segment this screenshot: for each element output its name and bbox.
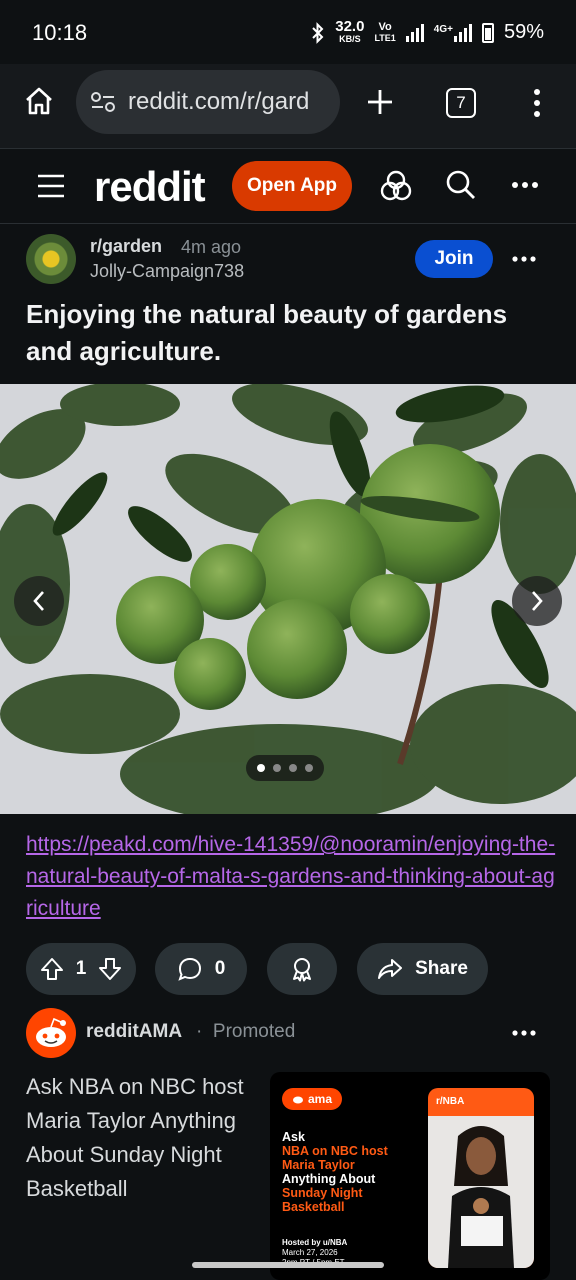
home-icon[interactable] (24, 86, 54, 116)
status-bar: 10:18 32.0 KB/S Vo LTE1 4G+ 59% (0, 0, 576, 64)
hamburger-menu-icon[interactable] (37, 173, 65, 199)
gallery-next-button[interactable] (512, 576, 562, 626)
gallery-dot (257, 764, 265, 772)
post-author[interactable]: Jolly-Campaign738 (90, 261, 244, 282)
advertise-icon[interactable] (380, 169, 412, 203)
subreddit-avatar[interactable] (26, 234, 76, 284)
gallery-dot (305, 764, 313, 772)
upvote-icon[interactable] (40, 957, 64, 981)
host-photo (428, 1116, 534, 1268)
award-icon (293, 958, 311, 982)
signal-icon-2 (453, 23, 472, 42)
clock: 10:18 (32, 20, 88, 45)
post-title[interactable]: Enjoying the natural beauty of gardens a… (26, 296, 556, 370)
more-options-icon[interactable] (511, 181, 539, 189)
net-speed: 32.0 KB/S (335, 18, 365, 44)
volte-indicator: Vo LTE1 (374, 20, 396, 43)
advertiser-avatar[interactable] (26, 1008, 76, 1058)
comment-icon (178, 957, 201, 981)
vote-bar: 1 (26, 943, 136, 995)
gallery-pager (246, 755, 324, 781)
url-text: reddit.com/r/gard (128, 88, 310, 115)
gallery-image (0, 384, 576, 814)
reddit-header: reddit Open App (0, 148, 576, 224)
chevron-left-icon (33, 591, 44, 611)
share-button[interactable]: Share (357, 943, 488, 995)
snoo-icon (36, 1017, 66, 1047)
gallery-prev-button[interactable] (14, 576, 64, 626)
promo-thumbnail[interactable]: ama Ask NBA on NBC host Maria Taylor Any… (270, 1072, 550, 1280)
person-illustration (448, 1126, 514, 1268)
new-tab-icon[interactable] (366, 88, 394, 116)
comments-button[interactable]: 0 (155, 943, 247, 995)
browser-menu-icon[interactable] (532, 88, 542, 118)
reddit-logo[interactable]: reddit (94, 163, 206, 211)
promoted-label: · Promoted (196, 1021, 296, 1042)
address-bar[interactable]: reddit.com/r/gard (76, 70, 340, 134)
signal-icon (405, 23, 424, 42)
gesture-bar[interactable] (192, 1262, 384, 1268)
tab-switcher-button[interactable]: 7 (446, 88, 476, 118)
comment-count: 0 (214, 958, 226, 979)
subreddit-name[interactable]: r/garden (90, 236, 162, 257)
browser-toolbar: reddit.com/r/gard 7 (0, 64, 576, 148)
site-settings-icon[interactable] (90, 91, 116, 113)
snoo-small-icon (293, 1096, 303, 1104)
share-label: Share (415, 958, 468, 979)
bluetooth-icon (312, 21, 324, 44)
status-icons: 32.0 KB/S Vo LTE1 4G+ 59% (311, 18, 544, 45)
post-image-gallery[interactable] (0, 384, 576, 814)
vote-count: 1 (75, 958, 87, 979)
search-icon[interactable] (445, 169, 477, 201)
post-options-icon[interactable] (512, 256, 536, 262)
promo-sub-label: r/NBA (436, 1096, 465, 1107)
open-app-button[interactable]: Open App (232, 161, 352, 211)
join-button[interactable]: Join (415, 240, 493, 278)
promo-options-icon[interactable] (512, 1030, 536, 1036)
post-link[interactable]: https://peakd.com/hive-141359/@nooramin/… (26, 829, 556, 925)
downvote-icon[interactable] (98, 957, 122, 981)
promo-portrait: r/NBA (428, 1088, 534, 1268)
chevron-right-icon (532, 591, 543, 611)
gallery-dot (273, 764, 281, 772)
gallery-dot (289, 764, 297, 772)
promo-card-headline: Ask NBA on NBC host Maria Taylor Anythin… (282, 1130, 388, 1214)
advertiser-name[interactable]: redditAMA (86, 1021, 182, 1043)
battery-percent: 59% (503, 21, 544, 43)
award-button[interactable] (267, 943, 337, 995)
battery-icon (481, 22, 494, 43)
post-time: 4m ago (181, 237, 242, 257)
network-indicator: 4G+ (434, 23, 472, 42)
share-icon (378, 959, 403, 979)
ama-badge: ama (282, 1088, 343, 1110)
promo-text[interactable]: Ask NBA on NBC host Maria Taylor Anythin… (26, 1070, 256, 1206)
